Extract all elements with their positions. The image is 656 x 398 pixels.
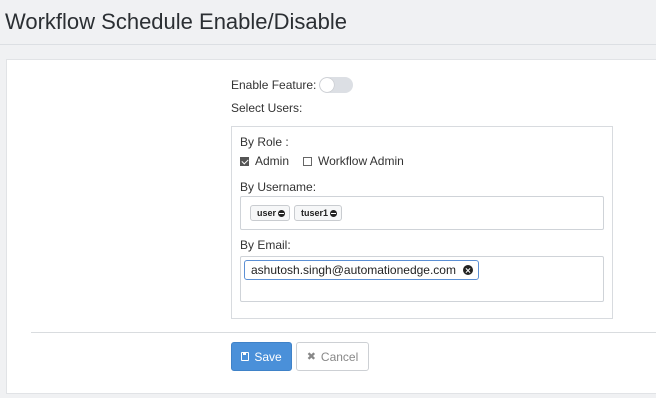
floppy-disk-icon	[241, 352, 250, 361]
email-multiselect[interactable]: ashutosh.singh@automationedge.com	[240, 256, 604, 302]
workflow-admin-role-label: Workflow Admin	[318, 154, 404, 168]
by-role-label: By Role :	[240, 135, 289, 149]
select-users-label: Select Users:	[231, 101, 303, 115]
toggle-knob	[320, 78, 335, 92]
x-circle-icon[interactable]	[462, 265, 473, 275]
page-title: Workflow Schedule Enable/Disable	[5, 9, 347, 34]
workflow-admin-checkbox[interactable]	[303, 156, 313, 166]
admin-checkbox[interactable]	[240, 156, 249, 166]
username-tag: user	[250, 205, 291, 221]
email-tag-text: ashutosh.singh@automationedge.com	[251, 263, 456, 277]
form-divider	[31, 332, 656, 333]
email-tag: ashutosh.singh@automationedge.com	[244, 260, 479, 280]
username-tags: user tuser1	[250, 205, 346, 221]
username-tag-text: user	[257, 208, 277, 218]
check-mark-icon	[241, 156, 249, 165]
save-button[interactable]: Save	[231, 342, 292, 371]
username-tag-text: tuser1	[301, 208, 329, 218]
username-multiselect[interactable]: user tuser1	[240, 196, 604, 230]
roles-row: Admin Workflow Admin	[240, 154, 418, 168]
page-header: Workflow Schedule Enable/Disable	[0, 0, 656, 45]
minus-circle-icon[interactable]	[278, 209, 286, 217]
save-button-label: Save	[254, 349, 282, 364]
settings-panel: Enable Feature: Select Users: By Role : …	[6, 59, 656, 394]
admin-role-label: Admin	[255, 154, 290, 168]
enable-feature-toggle[interactable]	[319, 77, 354, 93]
username-tag: tuser1	[294, 205, 343, 221]
select-users-box: By Role : Admin Workflow Admin By Userna…	[231, 126, 613, 319]
by-email-label: By Email:	[240, 238, 291, 252]
by-username-label: By Username:	[240, 180, 317, 194]
cancel-button-label: Cancel	[320, 349, 359, 364]
enable-feature-label: Enable Feature:	[231, 78, 317, 92]
cancel-button[interactable]: ✖ Cancel	[296, 342, 369, 371]
enable-feature-row: Enable Feature:	[231, 77, 354, 93]
x-icon: ✖	[306, 351, 316, 363]
minus-circle-icon[interactable]	[330, 209, 338, 217]
